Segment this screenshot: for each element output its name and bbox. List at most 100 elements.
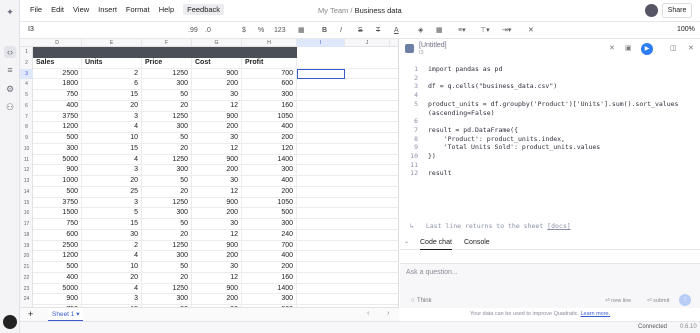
data-cell[interactable]: 30	[82, 229, 142, 241]
data-cell[interactable]: 30	[192, 219, 242, 230]
data-cell[interactable]: 6	[82, 79, 142, 90]
menu-view[interactable]: View	[73, 5, 89, 15]
row-number[interactable]: 13	[20, 176, 33, 187]
data-cell[interactable]: 200	[242, 133, 297, 144]
row-number[interactable]: 22	[20, 273, 33, 284]
settings-icon[interactable]: ⚙	[4, 83, 16, 95]
data-cell[interactable]: 3	[82, 197, 142, 209]
data-cell[interactable]: 50	[142, 176, 192, 187]
number-format-button[interactable]: 123	[274, 25, 286, 36]
strikethrough-icon[interactable]: S	[358, 25, 363, 36]
data-cell[interactable]: 10	[82, 133, 142, 144]
currency-button[interactable]: $	[242, 25, 246, 36]
code-line[interactable]: import pandas as pd	[428, 65, 502, 73]
row-number[interactable]: 19	[20, 241, 33, 252]
row-number[interactable]: 20	[20, 251, 33, 262]
data-cell[interactable]: 160	[242, 272, 297, 284]
data-cell[interactable]: 2	[82, 68, 142, 80]
data-cell[interactable]: 15	[82, 219, 142, 230]
data-cell[interactable]: 4	[82, 283, 142, 295]
column-header[interactable]: J	[345, 39, 390, 47]
team-icon[interactable]: ⚇	[4, 101, 16, 113]
row-number[interactable]: 10	[20, 144, 33, 155]
menu-help[interactable]: Help	[159, 5, 174, 15]
data-cell[interactable]: 1050	[242, 111, 297, 123]
data-cell[interactable]: 15	[82, 143, 142, 155]
data-cell[interactable]: 30	[192, 133, 242, 144]
user-avatar[interactable]	[645, 4, 658, 17]
data-cell[interactable]: 400	[242, 251, 297, 262]
percent-button[interactable]: %	[258, 25, 264, 36]
add-sheet-button[interactable]: +	[28, 309, 33, 319]
data-cell[interactable]: 300	[242, 219, 297, 230]
share-button[interactable]: Share	[662, 3, 692, 18]
borders-icon[interactable]: ▦	[436, 25, 443, 36]
data-cell[interactable]: 1200	[33, 122, 82, 133]
chat-input-box[interactable]: Ask a question... ♢ Think ⏎ new line ⏎ s…	[400, 263, 700, 308]
fill-color-icon[interactable]: ◈	[418, 25, 423, 36]
row-number[interactable]: 7	[20, 112, 33, 123]
data-cell[interactable]: 900	[33, 294, 82, 305]
menu-edit[interactable]: Edit	[51, 5, 64, 15]
data-cell[interactable]: 900	[192, 197, 242, 209]
code-editor[interactable]: 1 import pandas as pd 2 3 df = q.cells("busi…	[400, 61, 700, 211]
close-panel-icon[interactable]: ✕	[688, 44, 694, 52]
code-cell-title[interactable]: [Untitled]	[419, 42, 447, 49]
row-number[interactable]: 21	[20, 262, 33, 273]
snippets-icon[interactable]: ▣	[625, 44, 632, 52]
data-cell[interactable]: 12	[192, 229, 242, 241]
row-number[interactable]: 1	[20, 47, 33, 58]
menu-file[interactable]: File	[30, 5, 42, 15]
data-cell[interactable]: 50	[142, 219, 192, 230]
data-cell[interactable]: 700	[242, 68, 297, 80]
data-cell[interactable]: 500	[33, 133, 82, 144]
dark-mode-icon[interactable]	[3, 315, 17, 329]
data-cell[interactable]: 10	[82, 262, 142, 273]
header-cell[interactable]: Units	[82, 57, 142, 69]
data-cell[interactable]: 1500	[33, 208, 82, 219]
data-cell[interactable]: 1250	[142, 154, 192, 166]
data-cell[interactable]: 30	[192, 262, 242, 273]
data-cell[interactable]: 20	[82, 176, 142, 187]
code-line[interactable]: })	[428, 152, 436, 160]
tab-console[interactable]: Console	[464, 237, 490, 250]
chevron-right-icon[interactable]: ›	[387, 310, 389, 317]
data-cell[interactable]: 1000	[33, 176, 82, 187]
data-cell[interactable]: 20	[142, 272, 192, 284]
row-number[interactable]: 14	[20, 187, 33, 198]
data-cell[interactable]: 20	[82, 272, 142, 284]
menu-insert[interactable]: Insert	[98, 5, 117, 15]
think-toggle[interactable]: ♢ Think	[410, 297, 432, 304]
data-cell[interactable]: 120	[242, 143, 297, 155]
data-cell[interactable]: 750	[33, 90, 82, 101]
text-color-icon[interactable]: A	[394, 25, 399, 36]
data-cell[interactable]: 20	[82, 100, 142, 112]
column-header[interactable]: K	[390, 39, 398, 47]
data-cell[interactable]: 1400	[242, 154, 297, 166]
decimal-less-button[interactable]: .0	[205, 25, 211, 36]
strike-icon[interactable]: T	[376, 25, 380, 36]
row-number[interactable]: 17	[20, 219, 33, 230]
menu-format[interactable]: Format	[126, 5, 150, 15]
data-cell[interactable]: 600	[242, 79, 297, 90]
code-line[interactable]: result	[428, 169, 451, 177]
data-cell[interactable]: 3	[82, 165, 142, 176]
data-cell[interactable]: 1050	[242, 197, 297, 209]
row-number[interactable]: 18	[20, 230, 33, 241]
data-cell[interactable]: 12	[192, 143, 242, 155]
row-number[interactable]: 16	[20, 208, 33, 219]
data-cell[interactable]: 300	[33, 143, 82, 155]
code-line[interactable]: result = pd.DataFrame({	[428, 126, 518, 134]
data-cell[interactable]: 200	[242, 186, 297, 198]
data-cell[interactable]: 400	[242, 176, 297, 187]
code-line[interactable]: 'Total Units Sold': product_units.values	[428, 143, 601, 151]
selected-cell-cursor[interactable]	[297, 69, 345, 79]
column-header-selected[interactable]: I	[297, 39, 345, 47]
align-icon[interactable]: ≡▾	[458, 25, 466, 36]
code-icon[interactable]: ‹›	[4, 46, 16, 58]
data-cell[interactable]: 200	[242, 262, 297, 273]
data-cell[interactable]: 1200	[33, 251, 82, 262]
data-cell[interactable]: 400	[242, 122, 297, 133]
data-cell[interactable]: 3750	[33, 197, 82, 209]
ai-sparkle-icon[interactable]: ✦	[4, 6, 16, 18]
